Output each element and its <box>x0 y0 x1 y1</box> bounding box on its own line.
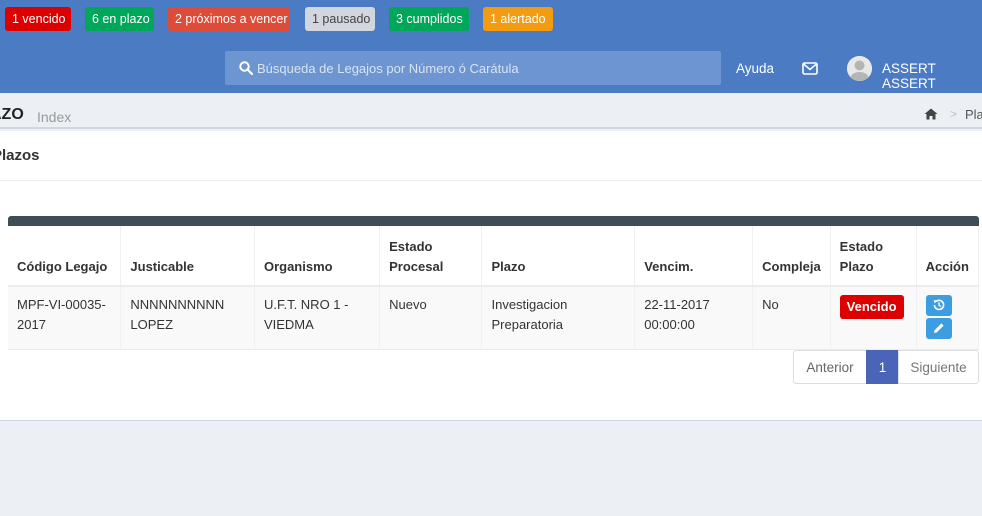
pagination-next[interactable]: Siguiente <box>898 350 979 384</box>
col-estado-procesal[interactable]: Estado Procesal <box>379 226 483 287</box>
table-header-row: Código Legajo Justicable Organismo Estad… <box>8 226 980 287</box>
table-row: MPF-VI-00035-2017 NNNNNNNNNN LOPEZ U.F.T… <box>8 286 980 350</box>
cell-codigo-legajo: MPF-VI-00035-2017 <box>8 286 122 350</box>
breadcrumb-separator: > <box>950 107 958 121</box>
history-icon <box>933 299 944 311</box>
page-title: azo <box>0 106 24 123</box>
col-justicable[interactable]: Justicable <box>120 226 255 287</box>
breadcrumb-current[interactable]: Pla <box>965 107 982 122</box>
status-badge: Vencido <box>839 295 904 319</box>
badge-pausado[interactable]: 1 pausado <box>305 7 375 31</box>
edit-button[interactable] <box>925 318 952 339</box>
pagination-page-1[interactable]: 1 <box>866 350 899 384</box>
cell-compleja: No <box>752 286 831 350</box>
panel-divider <box>0 180 982 181</box>
badge-cumplidos[interactable]: 3 cumplidos <box>389 7 469 31</box>
user-avatar[interactable] <box>847 56 872 81</box>
cell-plazo: Investigacion Preparatoria <box>481 286 636 350</box>
cell-accion <box>916 286 980 350</box>
table-header-bar <box>8 216 979 226</box>
col-plazo[interactable]: Plazo <box>481 226 636 287</box>
cell-organismo: U.F.T. NRO 1 - VIEDMA <box>254 286 381 350</box>
envelope-icon[interactable] <box>802 62 818 75</box>
panel-title: Plazos <box>0 147 40 164</box>
cell-justicable: NNNNNNNNNN LOPEZ <box>120 286 255 350</box>
col-compleja[interactable]: Compleja <box>752 226 831 287</box>
cell-estado-procesal: Nuevo <box>379 286 483 350</box>
pencil-icon <box>933 323 944 333</box>
help-link[interactable]: Ayuda <box>736 61 774 76</box>
col-codigo-legajo[interactable]: Código Legajo <box>8 226 122 287</box>
col-estado-plazo[interactable]: Estado Plazo <box>830 226 917 287</box>
page-subtitle: Index <box>37 109 72 125</box>
col-organismo[interactable]: Organismo <box>254 226 381 287</box>
top-navbar: 1 vencido 6 en plazo 2 próximos a vencer… <box>0 0 982 93</box>
cell-estado-plazo: Vencido <box>830 286 917 350</box>
plazos-table: Código Legajo Justicable Organismo Estad… <box>8 226 980 350</box>
col-vencim[interactable]: Vencim. <box>634 226 754 287</box>
search-icon[interactable] <box>239 61 253 75</box>
cell-vencim: 22-11-2017 00:00:00 <box>634 286 754 350</box>
home-icon[interactable] <box>924 108 938 120</box>
search-input[interactable] <box>257 60 697 76</box>
badge-en-plazo[interactable]: 6 en plazo <box>85 7 154 31</box>
pagination-previous[interactable]: Anterior <box>793 350 867 384</box>
history-button[interactable] <box>925 295 952 316</box>
user-name[interactable]: ASSERT ASSERT <box>882 61 982 91</box>
search-bar <box>225 51 721 85</box>
badge-alertado[interactable]: 1 alertado <box>483 7 553 31</box>
col-accion: Acción <box>916 226 980 287</box>
badge-vencido[interactable]: 1 vencido <box>5 7 71 31</box>
badge-proximos-a-vencer[interactable]: 2 próximos a vencer <box>168 7 290 31</box>
content-header <box>0 93 982 129</box>
